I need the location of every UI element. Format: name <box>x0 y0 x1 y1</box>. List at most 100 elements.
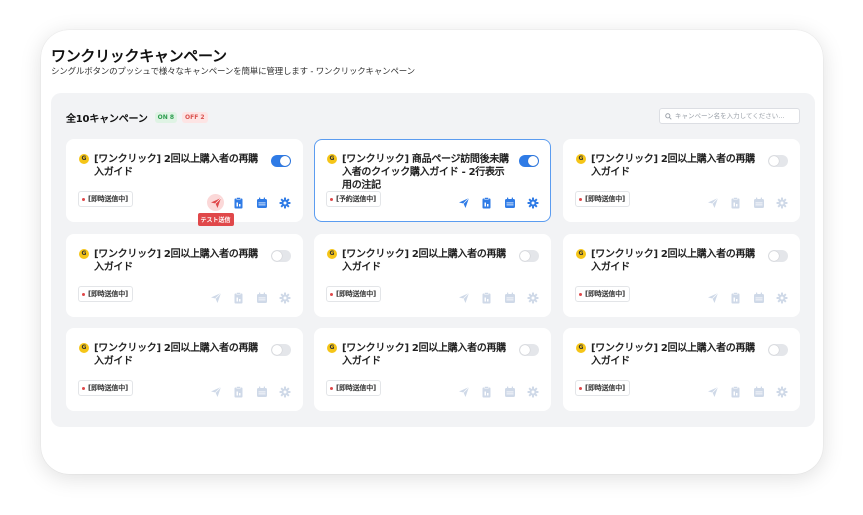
send-test-button[interactable] <box>704 383 721 400</box>
campaign-title: [ワンクリック] 商品ページ訪問後未購入者のクイック購入ガイド - 2行表示用の… <box>342 154 509 191</box>
status-dot <box>82 197 85 201</box>
coin-icon: G <box>79 249 89 259</box>
paper-plane-icon <box>210 292 221 303</box>
coin-icon: G <box>576 154 586 164</box>
on-count-badge[interactable]: ON 8 <box>154 112 178 123</box>
campaign-card[interactable]: G [ワンクリック] 2回以上購入者の再購入ガイド [即時送信中] <box>563 234 800 317</box>
send-test-button[interactable] <box>455 289 472 306</box>
clipboard-button[interactable] <box>230 289 247 306</box>
settings-button[interactable] <box>773 194 790 211</box>
campaign-panel: 全10キャンペーン ON 8 OFF 2 G [ワンクリック] 2回以上購入者の… <box>51 93 815 427</box>
campaign-toggle[interactable] <box>519 344 539 356</box>
campaign-card[interactable]: G [ワンクリック] 2回以上購入者の再購入ガイド [即時送信中] <box>314 328 551 411</box>
clipboard-button[interactable] <box>478 383 495 400</box>
campaign-toggle[interactable] <box>271 344 291 356</box>
campaign-search[interactable] <box>659 108 800 124</box>
send-test-button[interactable]: テスト送信 <box>197 194 234 226</box>
coin-glyph: G <box>578 344 584 351</box>
status-badge: [即時送信中] <box>575 380 630 396</box>
campaign-card[interactable]: G [ワンクリック] 商品ページ訪問後未購入者のクイック購入ガイド - 2行表示… <box>314 139 551 222</box>
settings-button[interactable] <box>276 289 293 306</box>
settings-button[interactable] <box>773 289 790 306</box>
paper-plane-icon <box>458 292 469 303</box>
calendar-button[interactable] <box>750 289 767 306</box>
calendar-button[interactable] <box>253 289 270 306</box>
calendar-icon <box>256 292 267 303</box>
calendar-icon <box>753 386 764 397</box>
toggle-knob <box>769 251 779 261</box>
page-subtitle: シングルボタンのプッシュで様々なキャンペーンを簡単に管理します - ワンクリック… <box>51 67 415 77</box>
toggle-knob <box>272 251 282 261</box>
clipboard-icon <box>482 196 491 208</box>
card-actions <box>455 194 541 211</box>
campaign-card[interactable]: G [ワンクリック] 2回以上購入者の再購入ガイド [即時送信中] <box>563 328 800 411</box>
search-input[interactable] <box>675 112 795 120</box>
settings-button[interactable] <box>276 383 293 400</box>
settings-button[interactable] <box>276 194 293 211</box>
clipboard-button[interactable] <box>230 194 247 211</box>
campaign-card[interactable]: G [ワンクリック] 2回以上購入者の再購入ガイド [即時送信中] <box>563 139 800 222</box>
coin-icon: G <box>327 154 337 164</box>
off-count-badge[interactable]: OFF 2 <box>182 112 208 123</box>
campaign-title: [ワンクリック] 2回以上購入者の再購入ガイド <box>591 249 755 273</box>
calendar-button[interactable] <box>501 383 518 400</box>
calendar-button[interactable] <box>253 194 270 211</box>
status-label: [即時送信中] <box>585 195 625 203</box>
campaign-toggle[interactable] <box>271 155 291 167</box>
status-dot <box>330 292 333 296</box>
card-actions <box>207 383 293 400</box>
clipboard-button[interactable] <box>478 194 495 211</box>
send-test-button[interactable] <box>207 383 224 400</box>
status-badge: [即時送信中] <box>575 191 630 207</box>
calendar-icon <box>504 386 515 397</box>
status-badge: [即時送信中] <box>78 191 133 207</box>
status-label: [即時送信中] <box>336 290 376 298</box>
clipboard-button[interactable] <box>230 383 247 400</box>
status-badge: [即時送信中] <box>326 380 381 396</box>
paper-plane-icon <box>210 197 221 208</box>
send-test-button[interactable] <box>207 289 224 306</box>
campaign-card[interactable]: G [ワンクリック] 2回以上購入者の再購入ガイド [即時送信中] <box>66 328 303 411</box>
coin-glyph: G <box>81 250 87 257</box>
campaign-toggle[interactable] <box>768 250 788 262</box>
send-test-button[interactable] <box>704 194 721 211</box>
total-campaign-count: 全10キャンペーン <box>66 114 148 125</box>
send-test-button[interactable] <box>455 383 472 400</box>
calendar-button[interactable] <box>501 194 518 211</box>
settings-button[interactable] <box>773 383 790 400</box>
clipboard-icon <box>731 291 740 303</box>
clipboard-button[interactable] <box>727 383 744 400</box>
gear-icon <box>527 292 538 303</box>
clipboard-button[interactable] <box>727 194 744 211</box>
send-test-button[interactable] <box>704 289 721 306</box>
coin-glyph: G <box>81 155 87 162</box>
campaign-toggle[interactable] <box>271 250 291 262</box>
campaign-toggle[interactable] <box>768 344 788 356</box>
settings-button[interactable] <box>524 383 541 400</box>
send-test-button[interactable] <box>455 194 472 211</box>
campaign-card[interactable]: G [ワンクリック] 2回以上購入者の再購入ガイド [即時送信中] <box>66 234 303 317</box>
campaign-toggle[interactable] <box>768 155 788 167</box>
settings-button[interactable] <box>524 194 541 211</box>
campaign-card[interactable]: G [ワンクリック] 2回以上購入者の再購入ガイド [即時送信中] <box>314 234 551 317</box>
calendar-button[interactable] <box>253 383 270 400</box>
coin-icon: G <box>327 249 337 259</box>
clipboard-button[interactable] <box>478 289 495 306</box>
campaign-toggle[interactable] <box>519 250 539 262</box>
coin-icon: G <box>576 249 586 259</box>
calendar-icon <box>504 197 515 208</box>
campaign-title: [ワンクリック] 2回以上購入者の再購入ガイド <box>591 154 755 178</box>
clipboard-button[interactable] <box>727 289 744 306</box>
coin-icon: G <box>79 154 89 164</box>
card-actions <box>704 289 790 306</box>
gear-icon <box>776 197 787 208</box>
status-label: [即時送信中] <box>88 290 128 298</box>
calendar-button[interactable] <box>501 289 518 306</box>
calendar-button[interactable] <box>750 194 767 211</box>
campaign-toggle[interactable] <box>519 155 539 167</box>
settings-button[interactable] <box>524 289 541 306</box>
calendar-button[interactable] <box>750 383 767 400</box>
status-dot <box>579 292 582 296</box>
card-actions <box>455 289 541 306</box>
campaign-card[interactable]: G [ワンクリック] 2回以上購入者の再購入ガイド [即時送信中] テスト送信 <box>66 139 303 226</box>
